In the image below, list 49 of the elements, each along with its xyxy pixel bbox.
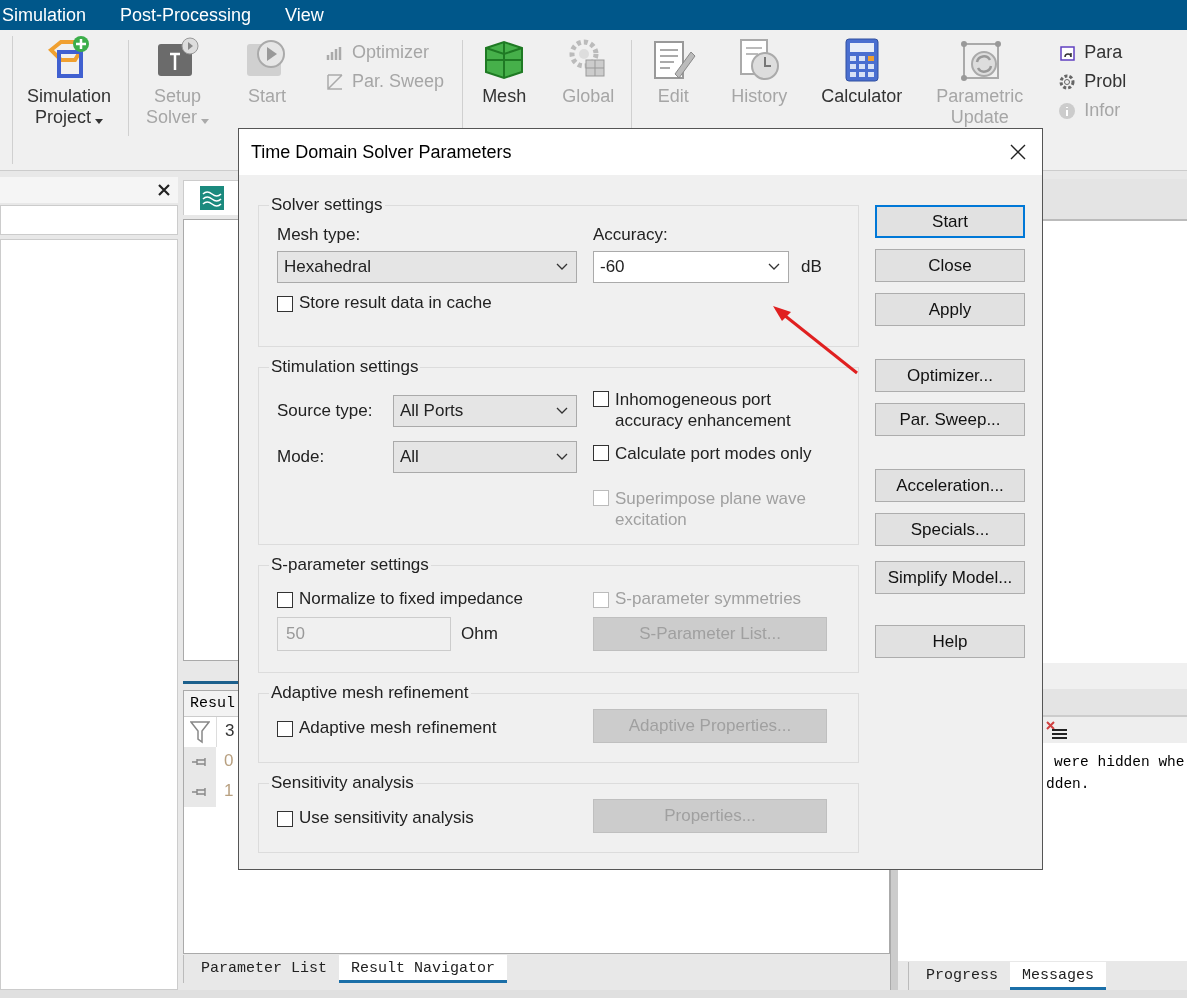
- checkbox-option[interactable]: Store result data in cache: [277, 293, 840, 313]
- table-cell-text: 0: [223, 750, 235, 772]
- ribbon-button[interactable]: Probl: [1058, 71, 1127, 92]
- source-type-dropdown[interactable]: All Ports: [393, 395, 577, 427]
- field-label: Source type:: [277, 401, 374, 421]
- dialog-button[interactable]: Apply: [875, 293, 1025, 326]
- dialog-button[interactable]: Simplify Model...: [875, 561, 1025, 594]
- dialog-button[interactable]: Start: [875, 205, 1025, 238]
- table-cell-text: 1: [223, 780, 235, 802]
- dialog-button[interactable]: Specials...: [875, 513, 1025, 546]
- mode-dropdown[interactable]: All: [393, 441, 577, 473]
- ribbon-button[interactable]: Simulation Project: [13, 30, 129, 128]
- field-label: Mesh type:: [277, 225, 362, 245]
- checkbox-option[interactable]: Normalize to fixed impedance: [277, 589, 593, 609]
- panel-title: Resul: [184, 691, 241, 717]
- ribbon-button[interactable]: Mesh: [463, 30, 546, 107]
- menu-item[interactable]: Simulation: [2, 4, 87, 26]
- checkbox-option[interactable]: Calculate port modes only: [593, 443, 840, 464]
- ribbon-button[interactable]: Calculator: [804, 30, 920, 107]
- mesh-type-dropdown[interactable]: Hexahedral: [277, 251, 577, 283]
- menu-item[interactable]: View: [285, 4, 324, 26]
- dialog-button[interactable]: Par. Sweep...: [875, 403, 1025, 436]
- table-cell-text: 3: [224, 720, 236, 742]
- checkbox-option[interactable]: Use sensitivity analysis: [277, 808, 593, 828]
- dialog-button[interactable]: Acceleration...: [875, 469, 1025, 502]
- panel-tab[interactable]: Parameter List: [189, 955, 340, 983]
- checkbox-option[interactable]: Inhomogeneous port accuracy enhancement: [593, 389, 840, 431]
- message-text: dden.: [1045, 775, 1091, 794]
- panel-tab[interactable]: Messages: [1010, 962, 1107, 990]
- unit-label: dB: [801, 257, 822, 277]
- menu-item[interactable]: Post-Processing: [120, 4, 252, 26]
- group-title: Stimulation settings: [270, 357, 420, 377]
- dialog-button[interactable]: Close: [875, 249, 1025, 282]
- group-title: Adaptive mesh refinement: [270, 683, 470, 703]
- dialog-button[interactable]: Optimizer...: [875, 359, 1025, 392]
- panel-tab[interactable]: Result Navigator: [339, 955, 508, 983]
- accuracy-dropdown[interactable]: -60: [593, 251, 789, 283]
- group-title: Sensitivity analysis: [270, 773, 415, 793]
- group-title: Solver settings: [270, 195, 384, 215]
- dialog-button[interactable]: Help: [875, 625, 1025, 658]
- checkbox-option[interactable]: Adaptive mesh refinement: [277, 718, 593, 738]
- panel-tab[interactable]: Progress: [914, 962, 1010, 990]
- unit-label: Ohm: [461, 624, 498, 644]
- dialog-title: Time Domain Solver Parameters: [251, 141, 512, 163]
- message-text: were hidden whe: [1053, 753, 1186, 772]
- ribbon-button[interactable]: Para: [1058, 42, 1127, 63]
- group-title: S-parameter settings: [270, 555, 430, 575]
- field-label: Mode:: [277, 447, 326, 467]
- field-label: Accuracy:: [593, 225, 669, 245]
